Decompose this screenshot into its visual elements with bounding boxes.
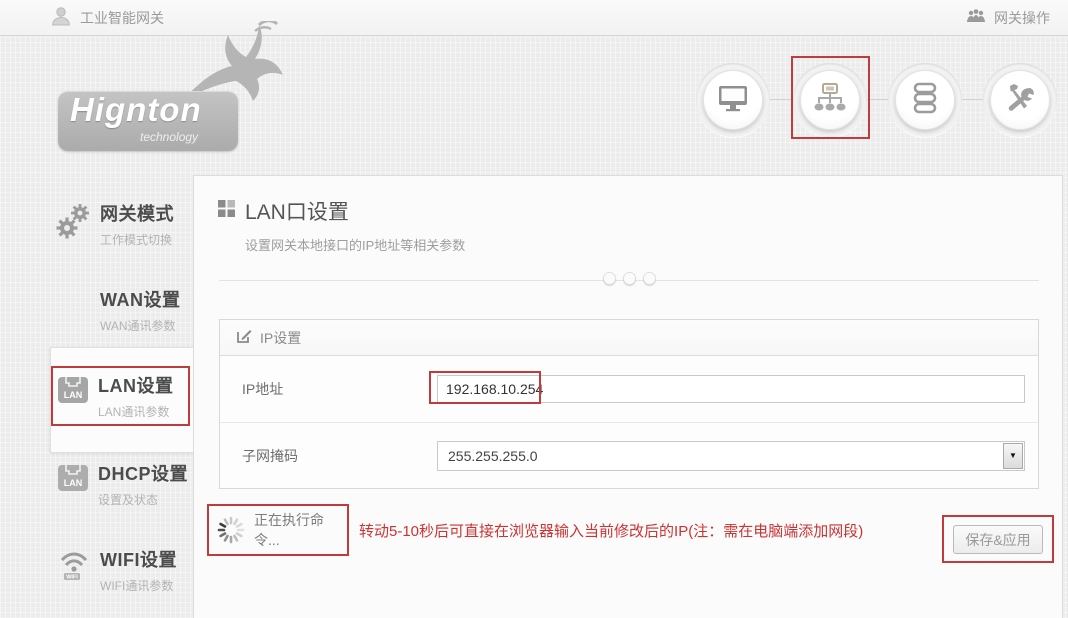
loading-spinner-icon [216, 515, 246, 545]
sidebar-item-subtitle: WIFI通讯参数 [100, 577, 177, 594]
gateway-actions[interactable]: 网关操作 [966, 8, 1050, 28]
gateway-admin-page: 工业智能网关 网关操作 Hignton technology [0, 0, 1068, 618]
ip-address-row: IP地址 [220, 356, 1038, 422]
page-header: LAN口设置 设置网关本地接口的IP地址等相关参数 [218, 196, 465, 254]
subnet-mask-label: 子网掩码 [242, 446, 437, 466]
save-apply-button[interactable]: 保存&应用 [953, 525, 1043, 554]
subnet-mask-select[interactable]: 255.255.255.0 ▼ [437, 441, 1025, 471]
grid-icon [218, 200, 235, 254]
carousel-dot[interactable] [603, 272, 616, 285]
subnet-mask-value: 255.255.255.0 [448, 448, 538, 464]
dropdown-arrow-icon[interactable]: ▼ [1003, 443, 1023, 469]
sidebar-item-title: WIFI设置 [100, 546, 177, 572]
nav-tools-button[interactable] [990, 70, 1050, 130]
wifi-icon: WIFI [56, 548, 92, 587]
sidebar-item-lan-settings[interactable]: LAN LAN设置 LAN通讯参数 [56, 372, 192, 420]
nav-network-settings [793, 63, 867, 137]
gears-icon [56, 202, 92, 245]
lan-port-icon: LAN [56, 374, 90, 411]
monitor-icon [717, 84, 749, 117]
app-identity: 工业智能网关 [50, 5, 164, 30]
sidebar-item-title: WAN设置 [100, 286, 181, 312]
ip-settings-panel: IP设置 IP地址 子网掩码 255.255.255.0 ▼ [219, 319, 1039, 489]
sidebar-item-gateway-mode[interactable]: 网关模式 工作模式切换 [56, 200, 192, 248]
panel-title: IP设置 [260, 328, 301, 348]
brand-logo: Hignton technology [58, 55, 258, 155]
page-subtitle: 设置网关本地接口的IP地址等相关参数 [245, 235, 465, 254]
nav-network-button[interactable] [800, 70, 860, 130]
main-content: LAN口设置 设置网关本地接口的IP地址等相关参数 IP设置 IP地址 子网 [193, 175, 1063, 618]
svg-text:LAN: LAN [64, 390, 83, 400]
nav-monitor-button[interactable] [703, 70, 763, 130]
carousel-dots [194, 272, 1064, 285]
nav-storage-button[interactable] [895, 70, 955, 130]
nav-data-storage [888, 63, 962, 137]
network-topology-icon [813, 83, 847, 118]
gateway-action-label: 网关操作 [994, 8, 1050, 28]
ip-address-input[interactable] [437, 375, 1025, 403]
sidebar-item-wifi-settings[interactable]: WIFI WIFI设置 WIFI通讯参数 [56, 546, 192, 594]
sidebar-item-subtitle: WAN通讯参数 [100, 317, 181, 334]
page-title: LAN口设置 [245, 196, 465, 226]
lan-port-icon: LAN [56, 462, 90, 499]
brand-subname: technology [140, 130, 198, 144]
command-status-box: 正在执行命令... [207, 504, 349, 556]
panel-header: IP设置 [220, 320, 1038, 356]
tools-icon [1004, 82, 1036, 119]
database-stack-icon [912, 82, 938, 119]
carousel-dot[interactable] [623, 272, 636, 285]
user-icon [50, 5, 72, 30]
subnet-mask-row: 子网掩码 255.255.255.0 ▼ [220, 422, 1038, 488]
instruction-note: 转动5-10秒后可直接在浏览器输入当前修改后的IP(注：需在电脑端添加网段) [359, 520, 863, 541]
sidebar-item-title: LAN设置 [98, 372, 174, 398]
top-bar: 工业智能网关 网关操作 [0, 0, 1068, 36]
logo-plate: Hignton technology [58, 91, 238, 151]
highlight-box-save: 保存&应用 [942, 515, 1054, 563]
sidebar-item-title: 网关模式 [100, 200, 174, 226]
brand-name: Hignton [70, 91, 202, 129]
carousel-dot[interactable] [643, 272, 656, 285]
group-icon [966, 8, 986, 27]
app-title: 工业智能网关 [80, 8, 164, 28]
nav-status-monitor [696, 63, 770, 137]
sidebar-item-subtitle: LAN通讯参数 [98, 403, 174, 420]
svg-text:WIFI: WIFI [66, 575, 78, 581]
nav-system-tools [983, 63, 1057, 137]
sidebar-item-subtitle: 工作模式切换 [100, 231, 174, 248]
sidebar-item-title: DHCP设置 [98, 460, 188, 486]
sidebar-item-subtitle: 设置及状态 [98, 491, 188, 508]
loading-text: 正在执行命令... [254, 510, 347, 550]
sidebar-item-dhcp-settings[interactable]: LAN DHCP设置 设置及状态 [56, 460, 192, 508]
svg-text:LAN: LAN [64, 478, 83, 488]
ip-address-label: IP地址 [242, 379, 437, 399]
edit-icon [236, 328, 252, 347]
